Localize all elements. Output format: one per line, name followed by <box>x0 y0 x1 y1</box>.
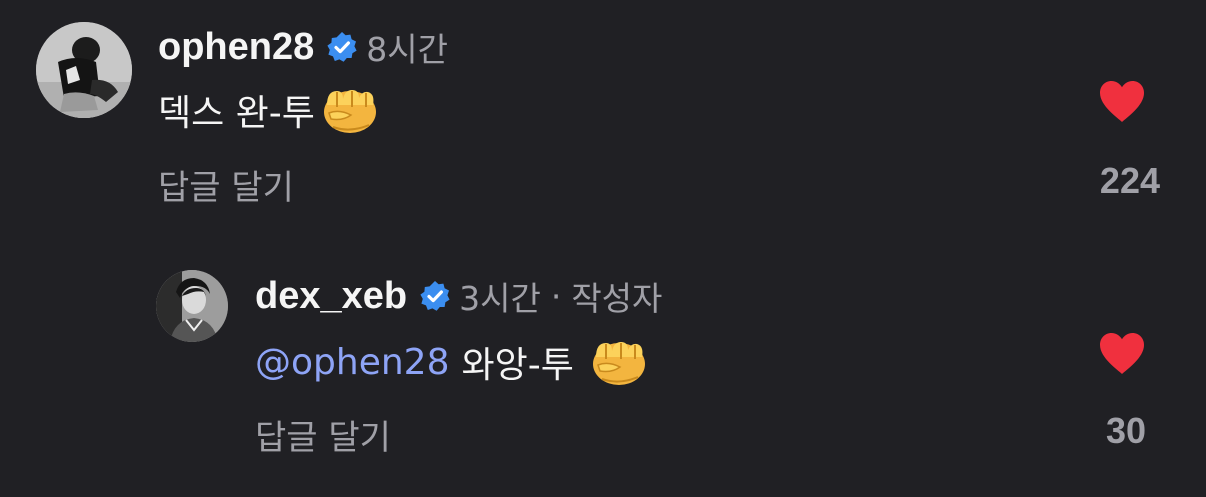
like-count: 224 <box>1099 160 1160 201</box>
fist-emoji <box>590 337 648 387</box>
heart-icon[interactable] <box>1098 332 1146 376</box>
comment-text: @ophen28 와앙-투 <box>255 336 648 388</box>
mention-link[interactable]: @ophen28 <box>255 342 449 383</box>
comment-item: ophen28 8시간 덱스 완-투 답글 달기 224 <box>0 0 1206 240</box>
avatar[interactable] <box>156 270 228 342</box>
username[interactable]: dex_xeb <box>255 275 407 318</box>
like-count: 30 <box>1105 410 1146 451</box>
reply-item: dex_xeb 3시간 · 작성자 @ophen28 와앙-투 답글 달기 30 <box>0 260 1206 497</box>
fist-emoji <box>321 85 379 135</box>
avatar[interactable] <box>36 22 132 118</box>
reply-button[interactable]: 답글 달기 <box>158 160 294 209</box>
meta-separator: · <box>550 276 562 316</box>
author-badge: 작성자 <box>571 279 663 318</box>
avatar-photo <box>36 22 132 118</box>
verified-badge-icon <box>326 31 358 63</box>
comment-body: 와앙-투 <box>461 345 574 386</box>
username[interactable]: ophen28 <box>158 26 314 69</box>
comment-body: 덱스 완-투 <box>158 93 315 134</box>
comment-time: 3시간 <box>459 279 541 318</box>
verified-badge-icon <box>419 280 451 312</box>
comment-text: 덱스 완-투 <box>158 84 379 136</box>
comment-header: dex_xeb 3시간 · 작성자 <box>255 272 662 320</box>
comment-time: 8시간 <box>366 30 448 69</box>
comment-header: ophen28 8시간 <box>158 22 448 72</box>
reply-button[interactable]: 답글 달기 <box>255 410 391 459</box>
heart-icon[interactable] <box>1098 80 1146 124</box>
avatar-photo <box>156 270 228 342</box>
